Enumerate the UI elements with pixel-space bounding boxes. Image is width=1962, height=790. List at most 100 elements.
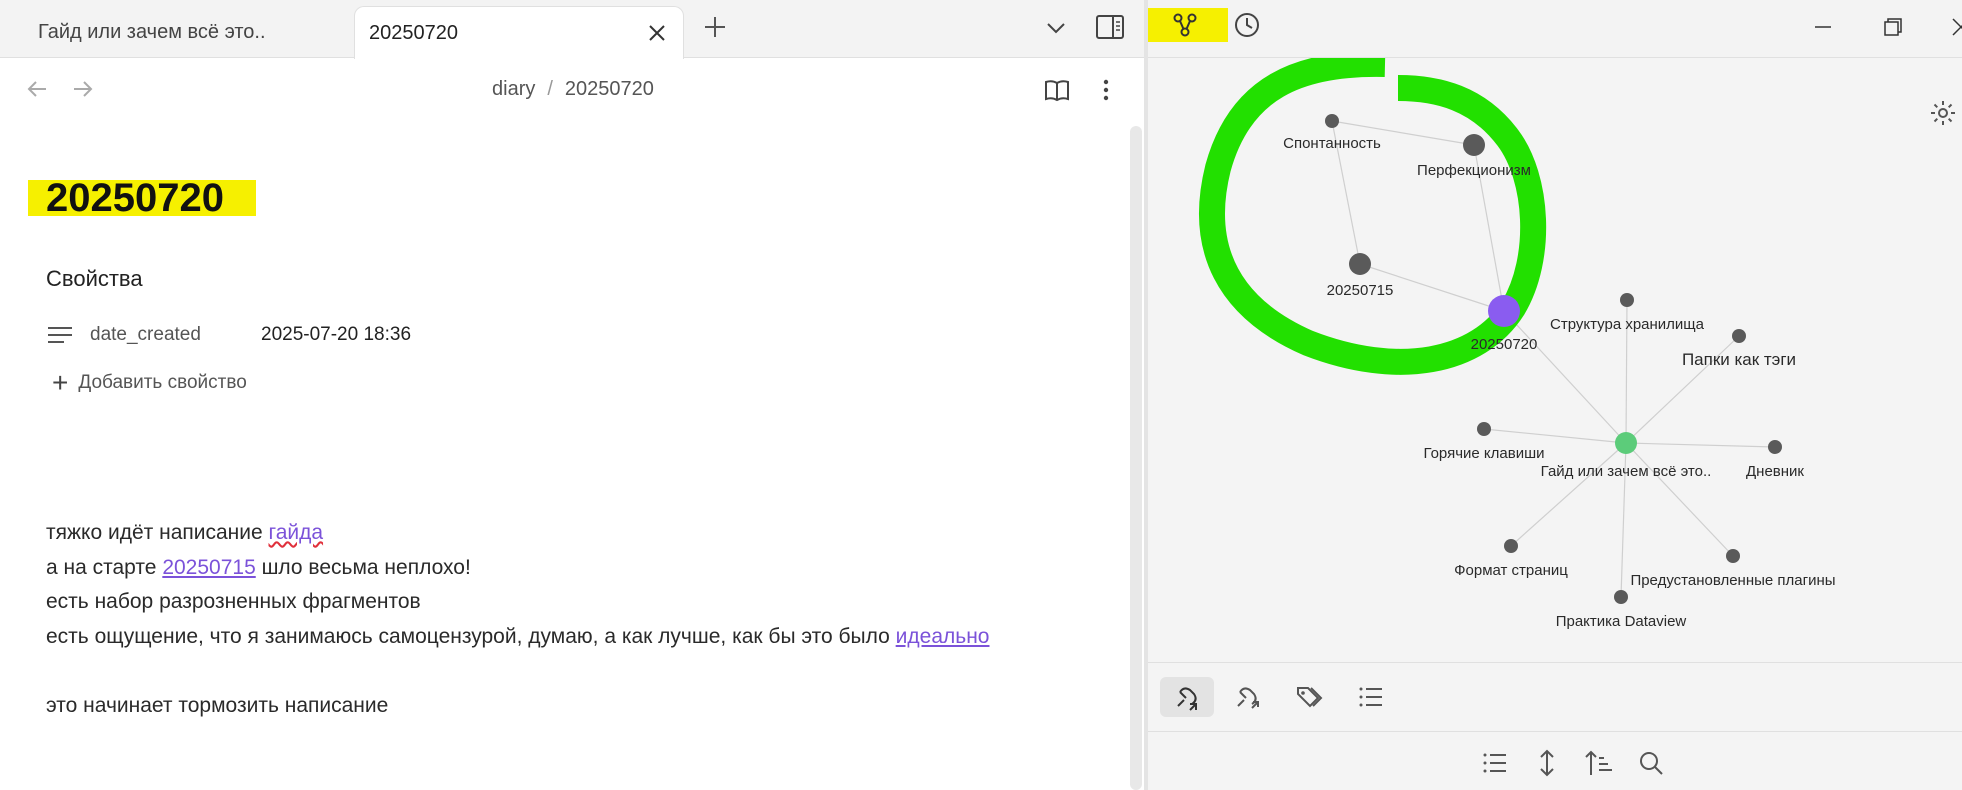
add-property-button[interactable]: + Добавить свойство (52, 369, 247, 397)
graph-node-label[interactable]: Практика Dataview (1556, 613, 1687, 630)
internal-link-20250715[interactable]: 20250715 (162, 556, 255, 579)
graph-node-d0715[interactable]: 20250715 (1327, 253, 1394, 299)
tab-bar: Гайд или зачем всё это.. 20250720 (0, 0, 1144, 59)
body-line: есть ощущение, что я занимаюсь самоцензу… (46, 620, 989, 655)
add-property-label: Добавить свойство (78, 372, 247, 393)
tags-icon (1297, 687, 1323, 708)
graph-node-dataview[interactable]: Практика Dataview (1556, 590, 1687, 630)
graph-node-label[interactable]: Папки как тэги (1682, 350, 1796, 369)
collapse-results-button[interactable] (1478, 746, 1512, 780)
graph-node-dot[interactable] (1615, 432, 1637, 454)
graph-edge-plugins-guide (1625, 442, 1734, 557)
tab-20250720[interactable]: 20250720 (354, 6, 684, 59)
breadcrumb: diary / 20250720 (492, 78, 654, 101)
property-key[interactable]: date_created (90, 324, 261, 346)
new-tab-button[interactable] (700, 12, 730, 42)
note-title[interactable]: 20250720 (46, 176, 224, 221)
graph-canvas[interactable]: Спонтанность Перфекционизм 20250715 2025072… (1148, 50, 1962, 662)
outgoing-links-tab[interactable] (1220, 677, 1274, 717)
list-icon (1483, 753, 1506, 773)
graph-node-dot[interactable] (1614, 590, 1628, 604)
outline-icon (1359, 687, 1382, 707)
body-line: есть набор разрозненных фрагментов (46, 585, 989, 620)
note-body[interactable]: тяжко идёт написание гайда а на старте 2… (46, 516, 989, 723)
internal-link-ideal[interactable]: идеально (896, 625, 990, 648)
graph-node-label[interactable]: Спонтанность (1283, 135, 1381, 152)
graph-node-folders[interactable]: Папки как тэги (1682, 329, 1796, 369)
chevron-down-icon[interactable] (1042, 14, 1070, 42)
book-icon[interactable] (1043, 76, 1071, 104)
graph-node-dot[interactable] (1504, 539, 1518, 553)
graph-node-dot[interactable] (1726, 549, 1740, 563)
graph-node-label[interactable]: Дневник (1746, 463, 1804, 480)
property-row[interactable]: date_created 2025-07-20 18:36 (46, 320, 411, 350)
scrollbar[interactable] (1130, 126, 1142, 790)
outline-tab[interactable] (1344, 677, 1398, 717)
sort-button[interactable] (1582, 746, 1616, 780)
graph-node-label[interactable]: Предустановленные плагины (1630, 572, 1835, 589)
sidebar-pane: Спонтанность Перфекционизм 20250715 2025072… (1148, 0, 1962, 790)
graph-node-format[interactable]: Формат страниц (1454, 539, 1568, 579)
expand-vertical-icon (1540, 749, 1554, 777)
backlinks-toolbar (1148, 732, 1962, 790)
tags-tab[interactable] (1282, 677, 1336, 717)
sort-icon (1585, 750, 1612, 775)
graph-node-label[interactable]: Горячие клавиши (1423, 445, 1544, 462)
graph-node-dot[interactable] (1768, 440, 1782, 454)
body-text: есть набор разрозненных фрагментов (46, 590, 421, 613)
graph-edge-hotkeys-guide (1483, 428, 1627, 444)
internal-link-guide[interactable]: гайда (269, 521, 324, 544)
tab-label: 20250720 (369, 21, 458, 44)
minimize-window-icon[interactable] (1808, 12, 1838, 42)
graph-node-hotkeys[interactable]: Горячие клавиши (1423, 422, 1545, 462)
body-text: а на старте (46, 555, 163, 579)
close-window-icon[interactable] (1946, 12, 1962, 42)
graph-node-label[interactable]: Гайд или зачем всё это.. (1541, 463, 1712, 480)
more-options-icon[interactable] (1092, 76, 1120, 104)
graph-node-plugins[interactable]: Предустановленные плагины (1630, 549, 1836, 589)
sidebar-toggle-icon[interactable] (1094, 12, 1126, 42)
graph-node-dot[interactable] (1620, 293, 1634, 307)
forward-arrow-icon[interactable] (70, 76, 96, 102)
body-line: это начинает тормозить написание (46, 689, 989, 724)
graph-node-dot[interactable] (1488, 295, 1520, 327)
tab-label: Гайд или зачем всё это.. (38, 20, 266, 43)
annotation-loop (1199, 50, 1547, 375)
backlinks-icon (1177, 687, 1197, 711)
clock-icon[interactable] (1232, 10, 1262, 40)
body-line: тяжко идёт написание гайда (46, 516, 989, 551)
show-more-context-button[interactable] (1530, 746, 1564, 780)
close-tab-icon[interactable] (645, 21, 669, 45)
graph-node-label[interactable]: Структура хранилища (1550, 316, 1705, 333)
back-arrow-icon[interactable] (24, 76, 50, 102)
graph-node-dot[interactable] (1732, 329, 1746, 343)
body-text: есть ощущение, что я занимаюсь самоцензу… (46, 624, 896, 648)
graph-node-dot[interactable] (1349, 253, 1371, 275)
body-text: шло весьма неплохо! (255, 555, 471, 579)
properties-heading[interactable]: Свойства (46, 266, 143, 292)
graph-node-spont[interactable]: Спонтанность (1283, 114, 1381, 152)
gear-icon[interactable] (1928, 98, 1958, 128)
property-value[interactable]: 2025-07-20 18:36 (261, 324, 411, 346)
graph-icon[interactable] (1170, 10, 1200, 40)
graph-node-label[interactable]: 20250715 (1327, 282, 1394, 299)
breadcrumb-file[interactable]: 20250720 (565, 78, 654, 101)
graph-node-label[interactable]: Перфекционизм (1417, 162, 1531, 179)
restore-window-icon[interactable] (1878, 12, 1908, 42)
graph-node-dot[interactable] (1477, 422, 1491, 436)
graph-view[interactable]: Спонтанность Перфекционизм 20250715 2025072… (1148, 50, 1962, 662)
graph-node-dot[interactable] (1463, 134, 1485, 156)
body-text: это начинает тормозить написание (46, 693, 389, 717)
body-text: тяжко идёт написание (46, 521, 269, 544)
graph-node-label[interactable]: 20250720 (1471, 336, 1538, 353)
search-icon[interactable] (1634, 746, 1668, 780)
editor-pane: Гайд или зачем всё это.. 20250720 diary (0, 0, 1144, 790)
body-line: а на старте 20250715 шло весьма неплохо! (46, 551, 989, 586)
graph-node-label[interactable]: Формат страниц (1454, 562, 1568, 579)
breadcrumb-folder[interactable]: diary (492, 78, 535, 101)
graph-node-dot[interactable] (1325, 114, 1339, 128)
tab-guide[interactable]: Гайд или зачем всё это.. (10, 6, 350, 58)
backlinks-tab[interactable] (1160, 677, 1214, 717)
sidebar-tab-strip (1148, 662, 1962, 732)
